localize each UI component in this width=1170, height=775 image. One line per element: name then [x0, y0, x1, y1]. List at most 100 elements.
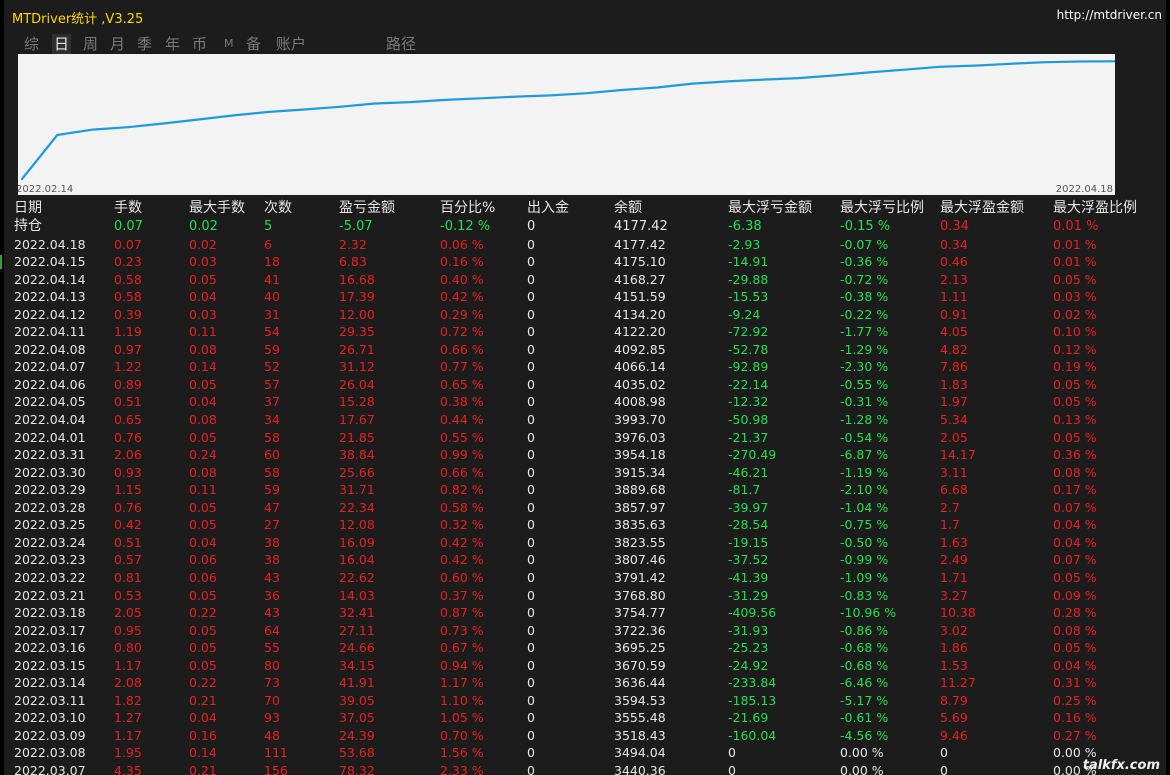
- tab-account[interactable]: 账户: [276, 34, 306, 54]
- header-deposit[interactable]: 出入金: [527, 200, 569, 218]
- table-row[interactable]: 2022.04.13 0.58 0.04 40 17.39 0.42 % 0 4151.59 -…: [10, 288, 1166, 306]
- cell-max-float-loss-pct: -0.50 %: [840, 534, 889, 550]
- balance-chart-svg: 2022.02.14 2022.04.18: [18, 60, 1115, 195]
- header-max-lots[interactable]: 最大手数: [189, 200, 245, 218]
- tab-path[interactable]: 路径: [386, 34, 416, 54]
- cell-deposit: 0: [527, 289, 535, 305]
- table-row[interactable]: 2022.04.07 1.22 0.14 52 31.12 0.77 % 0 4066.14 -…: [10, 358, 1166, 376]
- tab-m[interactable]: M: [224, 34, 234, 54]
- table-row[interactable]: 2022.04.12 0.39 0.03 31 12.00 0.29 % 0 4134.20 -…: [10, 306, 1166, 324]
- cell-max-float-loss-pct: -6.87 %: [840, 447, 889, 463]
- table-row[interactable]: 2022.03.16 0.80 0.05 55 24.66 0.67 % 0 3695.25 -…: [10, 639, 1166, 657]
- header-balance[interactable]: 余额: [614, 200, 642, 218]
- header-lots[interactable]: 手数: [114, 200, 142, 218]
- table-row[interactable]: 2022.03.21 0.53 0.05 36 14.03 0.37 % 0 3768.80 -…: [10, 587, 1166, 605]
- header-max-float-loss[interactable]: 最大浮亏金额: [728, 200, 812, 218]
- table-row[interactable]: 2022.03.17 0.95 0.05 64 27.11 0.73 % 0 3722.36 -…: [10, 622, 1166, 640]
- tab-summary[interactable]: 综: [24, 34, 39, 54]
- cell-deposit: 0: [527, 605, 535, 621]
- table-row[interactable]: 2022.03.10 1.27 0.04 93 37.05 1.05 % 0 3555.48 -…: [10, 709, 1166, 727]
- table-row[interactable]: 2022.03.15 1.17 0.05 80 34.15 0.94 % 0 3670.59 -…: [10, 657, 1166, 675]
- table-row[interactable]: 2022.04.11 1.19 0.11 54 29.35 0.72 % 0 4122.20 -…: [10, 323, 1166, 341]
- cell-deposit: 0: [527, 394, 535, 410]
- header-max-float-profit-pct[interactable]: 最大浮盈比例: [1053, 200, 1137, 218]
- cell-profit: 21.85: [339, 429, 375, 445]
- table-row[interactable]: 2022.04.14 0.58 0.05 41 16.68 0.40 % 0 4168.27 -…: [10, 271, 1166, 289]
- cell-trades: 73: [264, 675, 280, 691]
- tab-year[interactable]: 年: [165, 34, 180, 54]
- cell-lots: 0.42: [114, 517, 142, 533]
- table-row[interactable]: 2022.03.07 4.35 0.21 156 78.32 2.33 % 0 3440.36…: [10, 762, 1166, 775]
- hold-deposit: 0: [527, 219, 536, 234]
- cell-trades: 36: [264, 587, 280, 603]
- hold-max-float-loss-pct: -0.15 %: [840, 219, 891, 234]
- table-row[interactable]: 2022.04.08 0.97 0.08 59 26.71 0.66 % 0 4092.85 -…: [10, 341, 1166, 359]
- window-title: MTDriver统计 ,V3.25: [12, 12, 144, 27]
- table-row[interactable]: 2022.04.04 0.65 0.08 34 17.67 0.44 % 0 3993.70 -…: [10, 411, 1166, 429]
- cell-max-lots: 0.04: [189, 534, 217, 550]
- table-row[interactable]: 2022.03.09 1.17 0.16 48 24.39 0.70 % 0 3518.43 -…: [10, 727, 1166, 745]
- cell-max-float-profit: 1.71: [940, 569, 968, 585]
- table-row[interactable]: 2022.03.31 2.06 0.24 60 38.84 0.99 % 0 3954.18 -…: [10, 446, 1166, 464]
- header-profit[interactable]: 盈亏金额: [339, 200, 395, 218]
- table-row[interactable]: 2022.04.01 0.76 0.05 58 21.85 0.55 % 0 3976.03 -…: [10, 429, 1166, 447]
- table-row[interactable]: 2022.03.24 0.51 0.04 38 16.09 0.42 % 0 3823.55 -…: [10, 534, 1166, 552]
- cell-trades: 54: [264, 324, 280, 340]
- cell-max-float-profit: 2.13: [940, 271, 968, 287]
- cell-percent: 1.10 %: [440, 692, 484, 708]
- cell-max-lots: 0.05: [189, 376, 217, 392]
- cell-deposit: 0: [527, 429, 535, 445]
- table-row[interactable]: 2022.03.23 0.57 0.06 38 16.04 0.42 % 0 3807.46 -…: [10, 551, 1166, 569]
- tab-note[interactable]: 备: [246, 34, 261, 54]
- table-row[interactable]: 2022.03.18 2.05 0.22 43 32.41 0.87 % 0 3754.77 -…: [10, 604, 1166, 622]
- header-trades[interactable]: 次数: [264, 200, 292, 218]
- cell-date: 2022.03.07: [14, 763, 86, 775]
- table-row[interactable]: 2022.03.30 0.93 0.08 58 25.66 0.66 % 0 3915.34 -…: [10, 464, 1166, 482]
- cell-max-float-loss: -52.78: [728, 341, 769, 357]
- table-row[interactable]: 2022.04.15 0.23 0.03 18 6.83 0.16 % 0 4175.10 -1…: [10, 253, 1166, 271]
- tab-month[interactable]: 月: [110, 34, 125, 54]
- table-row[interactable]: 2022.03.08 1.95 0.14 111 53.68 1.56 % 0 3494.04…: [10, 744, 1166, 762]
- table-row[interactable]: 2022.03.22 0.81 0.06 43 22.62 0.60 % 0 3791.42 -…: [10, 569, 1166, 587]
- table-row[interactable]: 2022.04.06 0.89 0.05 57 26.04 0.65 % 0 4035.02 -…: [10, 376, 1166, 394]
- cell-percent: 0.37 %: [440, 587, 484, 603]
- cell-profit: 15.28: [339, 394, 375, 410]
- cell-max-float-profit-pct: 0.08 %: [1053, 464, 1097, 480]
- table-row[interactable]: 2022.03.28 0.76 0.05 47 22.34 0.58 % 0 3857.97 -…: [10, 499, 1166, 517]
- cell-max-float-profit-pct: 0.05 %: [1053, 394, 1097, 410]
- cell-max-float-loss-pct: -0.68 %: [840, 657, 889, 673]
- table-row[interactable]: 2022.04.18 0.07 0.02 6 2.32 0.06 % 0 4177.42 -2.…: [10, 236, 1166, 254]
- header-date[interactable]: 日期: [14, 200, 42, 218]
- table-row[interactable]: 2022.03.11 1.82 0.21 70 39.05 1.10 % 0 3594.53 -…: [10, 692, 1166, 710]
- cell-date: 2022.03.25: [14, 517, 86, 533]
- cell-percent: 0.06 %: [440, 236, 484, 252]
- table-row[interactable]: 2022.03.14 2.08 0.22 73 41.91 1.17 % 0 3636.44 -…: [10, 674, 1166, 692]
- cell-date: 2022.03.24: [14, 534, 86, 550]
- website-link[interactable]: http://mtdriver.cn: [1057, 8, 1162, 22]
- cell-lots: 0.53: [114, 587, 142, 603]
- cell-date: 2022.04.05: [14, 394, 86, 410]
- cell-percent: 2.33 %: [440, 763, 484, 775]
- table-row[interactable]: 2022.04.05 0.51 0.04 37 15.28 0.38 % 0 4008.98 -…: [10, 393, 1166, 411]
- cell-trades: 64: [264, 622, 280, 638]
- tab-day[interactable]: 日: [52, 34, 72, 54]
- cell-trades: 31: [264, 306, 280, 322]
- header-max-float-loss-pct[interactable]: 最大浮亏比例: [840, 200, 924, 218]
- cell-max-float-profit: 1.63: [940, 534, 968, 550]
- cell-max-float-profit: 8.79: [940, 692, 968, 708]
- tab-quarter[interactable]: 季: [137, 34, 152, 54]
- header-max-float-profit[interactable]: 最大浮盈金额: [940, 200, 1024, 218]
- table-row[interactable]: 2022.03.29 1.15 0.11 59 31.71 0.82 % 0 3889.68 -…: [10, 481, 1166, 499]
- cell-lots: 2.08: [114, 675, 142, 691]
- tab-currency[interactable]: 币: [192, 34, 207, 54]
- table-row[interactable]: 2022.03.25 0.42 0.05 27 12.08 0.32 % 0 3835.63 -…: [10, 516, 1166, 534]
- cell-lots: 0.81: [114, 569, 142, 585]
- cell-max-lots: 0.08: [189, 412, 217, 427]
- cell-balance: 3768.80: [614, 587, 666, 603]
- cell-max-float-profit-pct: 0.13 %: [1053, 412, 1097, 427]
- tab-week[interactable]: 周: [83, 34, 98, 54]
- cell-max-float-profit: 10.38: [940, 605, 976, 621]
- cell-lots: 0.58: [114, 271, 142, 287]
- header-percent[interactable]: 百分比%: [440, 200, 495, 218]
- cell-profit: 38.84: [339, 447, 375, 463]
